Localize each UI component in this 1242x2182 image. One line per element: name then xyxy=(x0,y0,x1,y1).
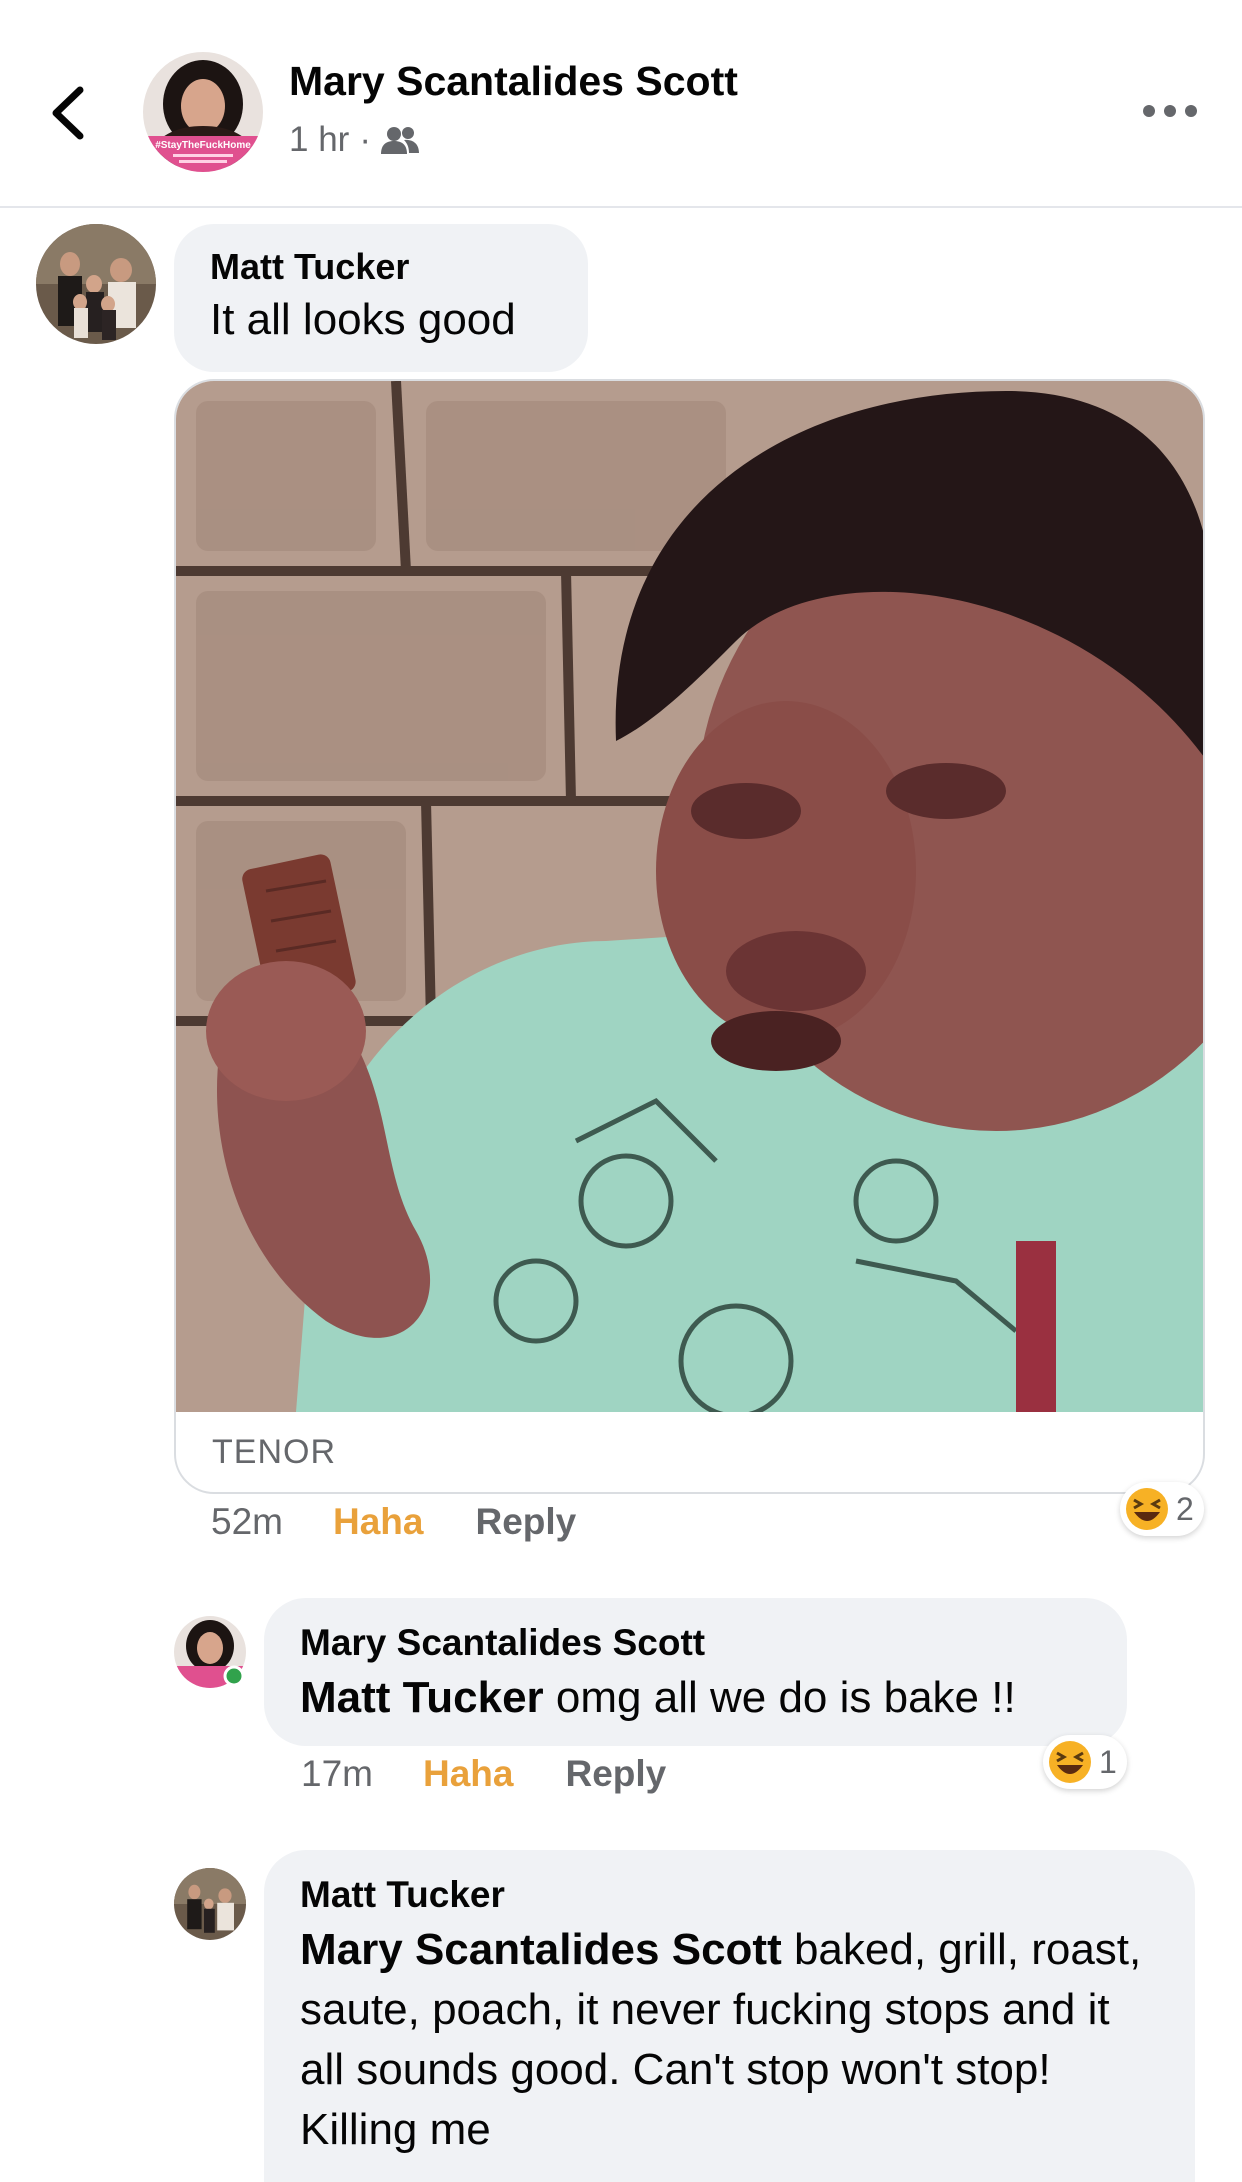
more-options-button[interactable] xyxy=(1140,96,1200,126)
group-photo-avatar xyxy=(36,224,156,344)
comment-author[interactable]: Mary Scantalides Scott xyxy=(300,1622,1091,1664)
comment-bubble: Matt Tucker Mary Scantalides Scott baked… xyxy=(264,1850,1195,2182)
mention-link[interactable]: Mary Scantalides Scott xyxy=(300,1925,782,1974)
reaction-count: 1 xyxy=(1099,1743,1117,1780)
reaction-summary[interactable]: 1 xyxy=(1043,1735,1127,1789)
haha-emoji-icon xyxy=(1049,1741,1091,1783)
haha-emoji-icon xyxy=(1126,1488,1168,1530)
haha-button[interactable]: Haha xyxy=(333,1501,423,1543)
commenter-avatar[interactable] xyxy=(36,224,156,344)
online-status-dot xyxy=(223,1665,245,1687)
post-time: 1 hr xyxy=(289,120,350,159)
comment-time: 52m xyxy=(211,1501,283,1542)
comment-actions: 52m Haha Reply xyxy=(211,1501,576,1543)
avatar-badge-text: #StayTheFuckHome xyxy=(155,140,251,151)
comment-bubble: Mary Scantalides Scott Matt Tucker omg a… xyxy=(264,1598,1127,1746)
gif-attachment[interactable]: TENOR xyxy=(174,379,1205,1494)
meta-separator: · xyxy=(359,120,371,159)
comment-text: Mary Scantalides Scott baked, grill, roa… xyxy=(300,1920,1159,2160)
gif-source-label: TENOR xyxy=(212,1433,336,1471)
comment-author[interactable]: Matt Tucker xyxy=(300,1874,1159,1916)
reply-button[interactable]: Reply xyxy=(565,1753,666,1795)
comment-body: omg all we do is bake !! xyxy=(543,1673,1016,1722)
reply-button[interactable]: Reply xyxy=(475,1501,576,1543)
post-header: #StayTheFuckHome Mary Scantalides Scott … xyxy=(0,0,1242,208)
reaction-summary[interactable]: 2 xyxy=(1120,1482,1204,1536)
comment-time: 17m xyxy=(301,1753,373,1794)
gif-image xyxy=(176,381,1203,1412)
mention-link[interactable]: Matt Tucker xyxy=(300,1673,544,1722)
more-options-icon xyxy=(1143,105,1197,117)
post-meta: 1 hr · xyxy=(289,120,419,160)
author-avatar-image xyxy=(174,1616,246,1688)
comment-text: It all looks good xyxy=(210,295,516,344)
haha-button[interactable]: Haha xyxy=(423,1753,513,1795)
author-avatar-image: #StayTheFuckHome xyxy=(143,52,263,172)
comment-text: Matt Tucker omg all we do is bake !! xyxy=(300,1668,1091,1728)
back-button[interactable] xyxy=(40,78,100,148)
author-avatar[interactable]: #StayTheFuckHome xyxy=(143,52,263,172)
commenter-avatar[interactable] xyxy=(174,1868,246,1940)
reaction-count: 2 xyxy=(1176,1490,1194,1527)
commenter-avatar[interactable] xyxy=(174,1616,246,1688)
comment-bubble: Matt Tucker It all looks good xyxy=(174,224,588,372)
comment-actions: 17m Haha Reply xyxy=(301,1753,666,1795)
comment-author[interactable]: Matt Tucker xyxy=(210,246,552,288)
group-photo-avatar xyxy=(174,1868,246,1940)
friends-icon xyxy=(380,127,419,154)
back-chevron-icon xyxy=(52,86,84,140)
post-author-name[interactable]: Mary Scantalides Scott xyxy=(289,58,738,105)
